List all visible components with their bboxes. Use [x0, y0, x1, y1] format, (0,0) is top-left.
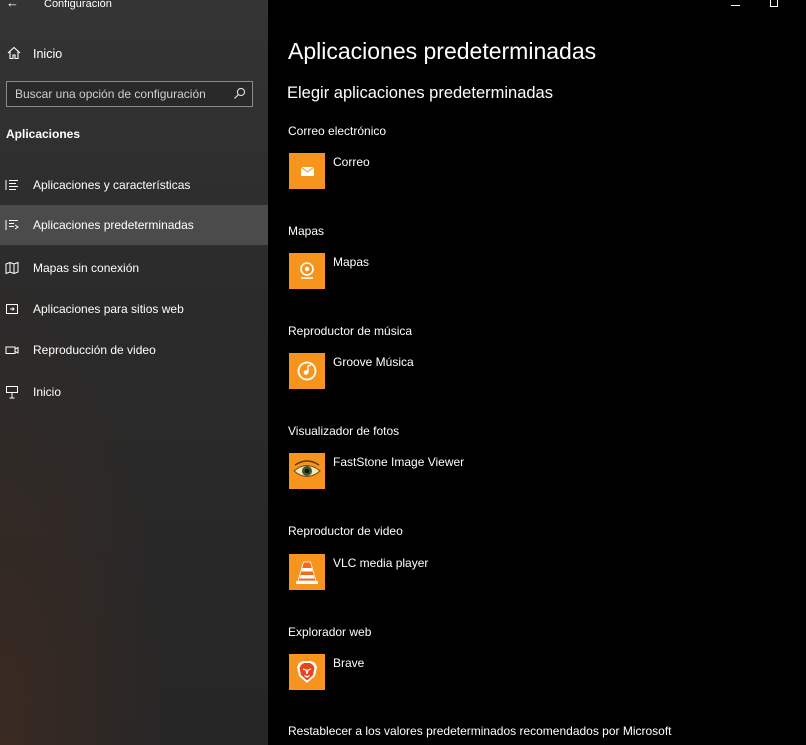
app-name: VLC media player	[333, 556, 429, 570]
home-label: Inicio	[33, 47, 63, 61]
title-bar: ← Configuración	[0, 0, 268, 12]
sidebar-item-default-apps[interactable]: Aplicaciones predeterminadas	[0, 205, 268, 245]
mail-icon	[300, 166, 315, 176]
search-input[interactable]	[15, 86, 220, 102]
section-heading: Aplicaciones	[6, 127, 81, 141]
app-name: Groove Música	[333, 355, 414, 369]
sidebar-item-label: Aplicaciones para sitios web	[33, 302, 184, 316]
page-title: Aplicaciones predeterminadas	[288, 38, 597, 64]
app-tile	[289, 153, 325, 189]
sidebar-item-offline-maps[interactable]: Mapas sin conexión	[0, 248, 268, 288]
sidebar-item-startup[interactable]: Inicio	[0, 372, 268, 412]
offline-map-icon	[5, 261, 19, 275]
category-label-photos: Visualizador de fotos	[288, 424, 400, 438]
list-icon	[5, 180, 18, 190]
category-label-music: Reproductor de música	[288, 324, 413, 338]
default-app-music-button[interactable]: Groove Música	[289, 353, 589, 391]
sidebar-item-apps-features[interactable]: Aplicaciones y características	[0, 165, 268, 205]
brave-lion-icon	[297, 661, 317, 683]
vlc-cone-icon	[296, 561, 318, 584]
sidebar: ← Configuración Inicio Aplicaciones Apli…	[0, 0, 268, 745]
default-app-maps-button[interactable]: Mapas	[289, 253, 589, 291]
default-app-photos-button[interactable]: FastStone Image Viewer	[289, 453, 589, 491]
video-icon	[5, 346, 19, 354]
category-label-email: Correo electrónico	[288, 124, 387, 138]
app-tile	[289, 654, 325, 690]
sidebar-item-label: Reproducción de video	[33, 343, 156, 357]
default-app-email-button[interactable]: Correo	[289, 153, 589, 191]
sidebar-item-label: Aplicaciones y características	[33, 178, 191, 192]
sidebar-item-label: Inicio	[33, 385, 62, 399]
app-tile	[289, 353, 325, 389]
sidebar-item-home[interactable]: Inicio	[0, 40, 268, 68]
app-name: FastStone Image Viewer	[333, 455, 465, 469]
default-app-video-button[interactable]: VLC media player	[289, 554, 589, 592]
reset-defaults-text: Restablecer a los valores predeterminado…	[288, 724, 672, 738]
section-subtitle: Elegir aplicaciones predeterminadas	[287, 84, 553, 102]
sidebar-item-label: Mapas sin conexión	[33, 261, 140, 275]
back-arrow-icon[interactable]: ←	[6, 0, 20, 10]
sidebar-item-video-playback[interactable]: Reproducción de video	[0, 330, 268, 370]
maps-icon	[300, 262, 314, 279]
app-name: Mapas	[333, 255, 370, 269]
default-app-browser-button[interactable]: Brave	[289, 654, 589, 692]
search-icon[interactable]	[233, 87, 246, 100]
minimize-button[interactable]	[731, 0, 741, 8]
default-apps-icon	[5, 220, 19, 230]
window-title: Configuración	[44, 0, 112, 10]
app-name: Brave	[333, 656, 365, 670]
search-box[interactable]	[6, 81, 253, 107]
groove-music-icon	[297, 361, 317, 381]
category-label-video: Reproductor de video	[288, 524, 403, 538]
app-tile	[289, 253, 325, 289]
website-apps-icon	[6, 304, 18, 314]
app-tile	[289, 453, 325, 489]
sidebar-item-website-apps[interactable]: Aplicaciones para sitios web	[0, 289, 268, 329]
home-icon	[7, 46, 21, 60]
app-tile	[289, 554, 325, 590]
startup-icon	[6, 386, 18, 399]
category-label-browser: Explorador web	[288, 625, 372, 639]
sidebar-item-label: Aplicaciones predeterminadas	[33, 218, 194, 232]
app-name: Correo	[333, 155, 370, 169]
faststone-eye-icon	[293, 460, 321, 477]
maximize-button[interactable]	[770, 0, 778, 7]
category-label-maps: Mapas	[288, 224, 325, 238]
